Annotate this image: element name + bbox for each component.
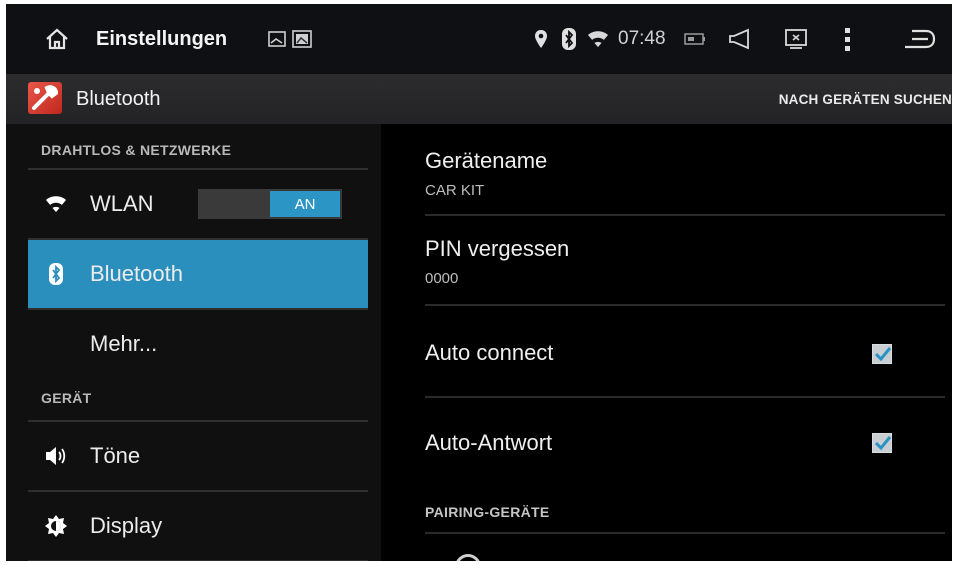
back-icon[interactable] xyxy=(902,4,936,74)
divider xyxy=(425,214,945,216)
wifi-icon xyxy=(42,190,70,218)
device-name-setting[interactable]: Gerätename CAR KIT xyxy=(425,148,945,199)
divider xyxy=(425,304,945,306)
volume-icon[interactable] xyxy=(728,4,752,74)
divider xyxy=(425,396,945,398)
sidebar-item-display[interactable]: Display xyxy=(28,492,368,560)
device-name-title: Gerätename xyxy=(425,148,548,173)
checkmark-icon xyxy=(874,347,892,362)
brightness-icon xyxy=(42,512,70,540)
divider xyxy=(425,532,945,534)
auto-answer-label: Auto-Antwort xyxy=(425,430,553,455)
location-icon xyxy=(534,4,548,74)
pin-title: PIN vergessen xyxy=(425,236,570,261)
auto-answer-setting[interactable]: Auto-Antwort xyxy=(425,430,945,456)
pin-value: 0000 xyxy=(425,270,459,287)
screenshot-icon[interactable] xyxy=(784,4,808,74)
bluetooth-icon xyxy=(42,260,70,288)
pin-setting[interactable]: PIN vergessen 0000 xyxy=(425,236,945,287)
home-icon[interactable] xyxy=(44,4,70,74)
status-bar-title: Einstellungen xyxy=(96,27,228,50)
device-name-value: CAR KIT xyxy=(425,182,485,199)
sidebar-item-label: Mehr... xyxy=(90,331,158,356)
wlan-toggle[interactable]: AN xyxy=(198,189,342,219)
sidebar-item-label: Display xyxy=(90,513,163,538)
auto-connect-label: Auto connect xyxy=(425,340,554,365)
auto-connect-setting[interactable]: Auto connect xyxy=(425,340,945,366)
sidebar-item-label: Bluetooth xyxy=(90,261,183,286)
menu-dots-icon[interactable] xyxy=(844,4,852,74)
sidebar-item-label: Töne xyxy=(90,443,141,468)
action-bar: Bluetooth NACH GERÄTEN SUCHEN xyxy=(6,74,952,124)
scan-devices-button[interactable]: NACH GERÄTEN SUCHEN xyxy=(779,74,952,124)
sidebar-item-more[interactable]: Mehr... xyxy=(28,310,368,378)
auto-answer-checkbox[interactable] xyxy=(872,433,892,453)
sidebar-item-bluetooth[interactable]: Bluetooth xyxy=(28,240,368,308)
sidebar-item-label: WLAN xyxy=(90,191,154,216)
section-header-pairing: PAIRING-GERÄTE xyxy=(425,504,550,520)
paired-device-icon xyxy=(455,554,481,561)
speaker-icon xyxy=(42,442,70,470)
wifi-icon xyxy=(587,4,609,74)
section-header-wireless: DRAHTLOS & NETZWERKE xyxy=(41,142,232,158)
gallery-icon xyxy=(268,4,286,74)
toggle-on-label: AN xyxy=(270,191,340,217)
checkmark-icon xyxy=(874,436,892,451)
section-header-device: GERÄT xyxy=(41,390,92,406)
clock: 07:48 xyxy=(618,28,666,49)
page-title: Bluetooth xyxy=(76,87,161,110)
image-icon xyxy=(292,4,312,74)
auto-connect-checkbox[interactable] xyxy=(872,344,892,364)
status-bar: Einstellungen 07:48 xyxy=(6,4,952,74)
settings-app-icon xyxy=(28,82,62,114)
sidebar-item-sound[interactable]: Töne xyxy=(28,422,368,490)
settings-screen: Einstellungen 07:48 Bluetooth NACH GERÄT… xyxy=(6,4,952,561)
bluetooth-settings-pane: Gerätename CAR KIT PIN vergessen 0000 Au… xyxy=(381,124,952,561)
bluetooth-icon xyxy=(562,4,576,74)
battery-icon xyxy=(684,4,706,74)
divider xyxy=(28,560,368,561)
